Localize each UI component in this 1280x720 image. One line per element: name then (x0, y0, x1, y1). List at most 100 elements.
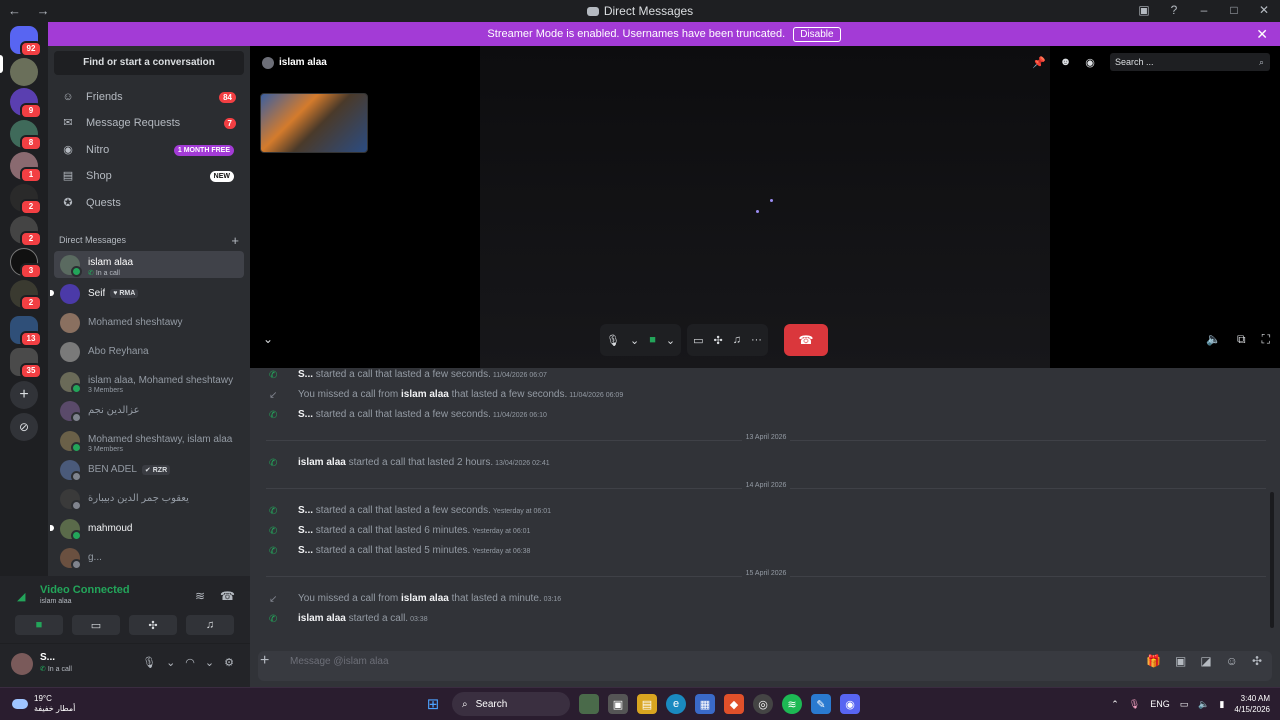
dm-item[interactable]: يعقوب جمر الدين دبيبارة (54, 485, 244, 512)
voice-status[interactable]: Video Connected (40, 584, 130, 596)
disable-streamer-button[interactable]: Disable (793, 26, 841, 42)
dm-item[interactable]: Seif ♥ RMA (50, 280, 244, 307)
close-icon[interactable]: ✕ (1256, 26, 1268, 43)
server-icon[interactable]: 9 (10, 88, 42, 119)
brave-icon[interactable]: ◆ (724, 694, 744, 714)
microphone-icon[interactable]: 🎙 (1129, 699, 1140, 710)
find-conversation-button[interactable]: Find or start a conversation (54, 51, 244, 75)
fullscreen-icon[interactable]: ⛶ (1262, 332, 1270, 347)
user-name[interactable]: S... (298, 525, 313, 536)
chevron-down-icon[interactable]: ⌄ (666, 334, 675, 347)
dm-item[interactable]: g... (54, 544, 244, 571)
headphones-icon[interactable]: ◠ (185, 656, 195, 669)
minimize-button[interactable]: – (1198, 3, 1210, 17)
server-icon[interactable]: 2 (10, 216, 42, 247)
activities-button[interactable]: ✣ (129, 615, 177, 635)
discover-icon[interactable]: ⊘ (10, 413, 38, 441)
clock[interactable]: 3:40 AM 4/15/2026 (1234, 693, 1270, 715)
video-thumbnail[interactable] (260, 93, 368, 153)
volume-icon[interactable]: 🔈 (1206, 332, 1221, 347)
emoji-icon[interactable]: ☺ (1226, 654, 1238, 668)
server-icon[interactable]: 8 (10, 120, 42, 151)
disconnect-icon[interactable]: ☎ (220, 589, 235, 603)
file-explorer-icon[interactable]: ▤ (637, 694, 657, 714)
pin-icon[interactable]: 📌 (1032, 56, 1046, 69)
sidebar-item-message-requests[interactable]: ✉ Message Requests 7 (54, 110, 244, 136)
camera-button[interactable]: ■ (15, 615, 63, 635)
app-icon[interactable]: ✎ (811, 694, 831, 714)
add-friend-icon[interactable]: ☻ (1060, 56, 1072, 69)
chevron-down-icon[interactable]: ⌄ (205, 656, 214, 669)
store-icon[interactable]: ▦ (695, 694, 715, 714)
activities-icon[interactable]: ✣ (713, 334, 722, 347)
avatar[interactable] (11, 653, 33, 675)
soundboard-button[interactable]: ♫ (186, 615, 234, 635)
search-input[interactable]: Search ... ⌕ (1110, 53, 1270, 71)
user-name[interactable]: S... (298, 369, 313, 380)
battery-icon[interactable]: ▮ (1219, 699, 1224, 710)
sticker-icon[interactable]: ◪ (1200, 654, 1211, 668)
sidebar-item-friends[interactable]: ☺ Friends 84 (54, 84, 244, 110)
dm-item[interactable]: عزالدين نجم (54, 397, 244, 424)
sidebar-item-shop[interactable]: ▤ Shop NEW (54, 163, 244, 189)
user-name[interactable]: islam alaa (401, 593, 449, 604)
app-icon[interactable]: ◎ (753, 694, 773, 714)
signal-icon[interactable]: ◢ (17, 590, 31, 604)
sidebar-item-nitro[interactable]: ◉ Nitro 1 MONTH FREE (54, 137, 244, 163)
apps-icon[interactable]: ✣ (1252, 654, 1262, 668)
add-server-icon[interactable]: + (10, 381, 38, 409)
video-stage[interactable] (480, 46, 1050, 368)
user-profile-icon[interactable]: ◉ (1085, 56, 1095, 69)
sidebar-item-quests[interactable]: ✪ Quests (54, 190, 244, 216)
language-indicator[interactable]: ENG (1150, 699, 1170, 709)
soundboard-icon[interactable]: ♫ (733, 334, 741, 346)
dm-item[interactable]: islam alaa ✆ In a call (54, 251, 244, 278)
dm-item[interactable]: BEN ADEL ✔ RZR (54, 456, 244, 483)
scrollbar[interactable] (1270, 492, 1274, 628)
popout-icon[interactable]: ⧉ (1237, 332, 1246, 347)
edge-icon[interactable]: e (666, 694, 686, 714)
server-icon[interactable]: 3 (10, 248, 42, 279)
attach-plus-icon[interactable]: + (260, 652, 269, 670)
more-icon[interactable]: ··· (751, 334, 762, 346)
user-name[interactable]: S... (298, 505, 313, 516)
hang-up-button[interactable]: ☎ (783, 324, 828, 356)
windows-start-icon[interactable]: ⊞ (423, 694, 443, 714)
voice-channel[interactable]: islam alaa (40, 598, 72, 605)
server-icon[interactable] (10, 58, 38, 86)
dm-item[interactable]: islam alaa, Mohamed sheshtawy 3 Members (54, 368, 244, 395)
chevron-down-icon[interactable]: ⌄ (263, 332, 273, 346)
user-name[interactable]: islam alaa (298, 457, 346, 468)
settings-gear-icon[interactable]: ⚙ (224, 656, 234, 669)
microphone-icon[interactable]: 🎙 (142, 656, 156, 669)
server-icon[interactable]: 2 (10, 280, 42, 311)
screen-share-button[interactable]: ▭ (72, 615, 120, 635)
widget-icon[interactable] (579, 694, 599, 714)
weather-widget[interactable]: 19°C أمطار خفيفة (12, 694, 75, 714)
chevron-up-icon[interactable]: ⌃ (1111, 699, 1119, 710)
user-name[interactable]: islam alaa (298, 613, 346, 624)
taskbar-search[interactable]: ⌕ Search (452, 692, 570, 716)
message-input[interactable] (258, 651, 1272, 681)
create-dm-icon[interactable]: + (231, 233, 239, 248)
spotify-icon[interactable]: ≋ (782, 694, 802, 714)
user-name[interactable]: S... (298, 409, 313, 420)
server-icon[interactable]: 1 (10, 152, 42, 183)
close-window-button[interactable]: ✕ (1258, 3, 1270, 17)
dm-home-button[interactable]: 92 (10, 26, 42, 57)
dm-item[interactable]: mahmoud (50, 515, 244, 542)
task-view-icon[interactable]: ▣ (608, 694, 628, 714)
dm-item[interactable]: Mohamed sheshtawy, islam alaa 3 Members (54, 427, 244, 454)
screen-share-icon[interactable]: ▭ (693, 334, 703, 347)
user-name[interactable]: S... (298, 545, 313, 556)
gif-icon[interactable]: ▣ (1175, 654, 1186, 668)
discord-taskbar-icon[interactable]: ◉ (840, 694, 860, 714)
chevron-down-icon[interactable]: ⌄ (630, 334, 639, 347)
microphone-icon[interactable]: 🎙 (606, 334, 620, 347)
volume-icon[interactable]: 🔈 (1198, 699, 1209, 710)
chevron-down-icon[interactable]: ⌄ (166, 656, 175, 669)
inbox-icon[interactable]: ▣ (1138, 3, 1150, 17)
user-name[interactable]: S... (40, 652, 55, 663)
server-folder[interactable]: 13 (10, 316, 42, 347)
dm-item[interactable]: Mohamed sheshtawy (54, 309, 244, 336)
